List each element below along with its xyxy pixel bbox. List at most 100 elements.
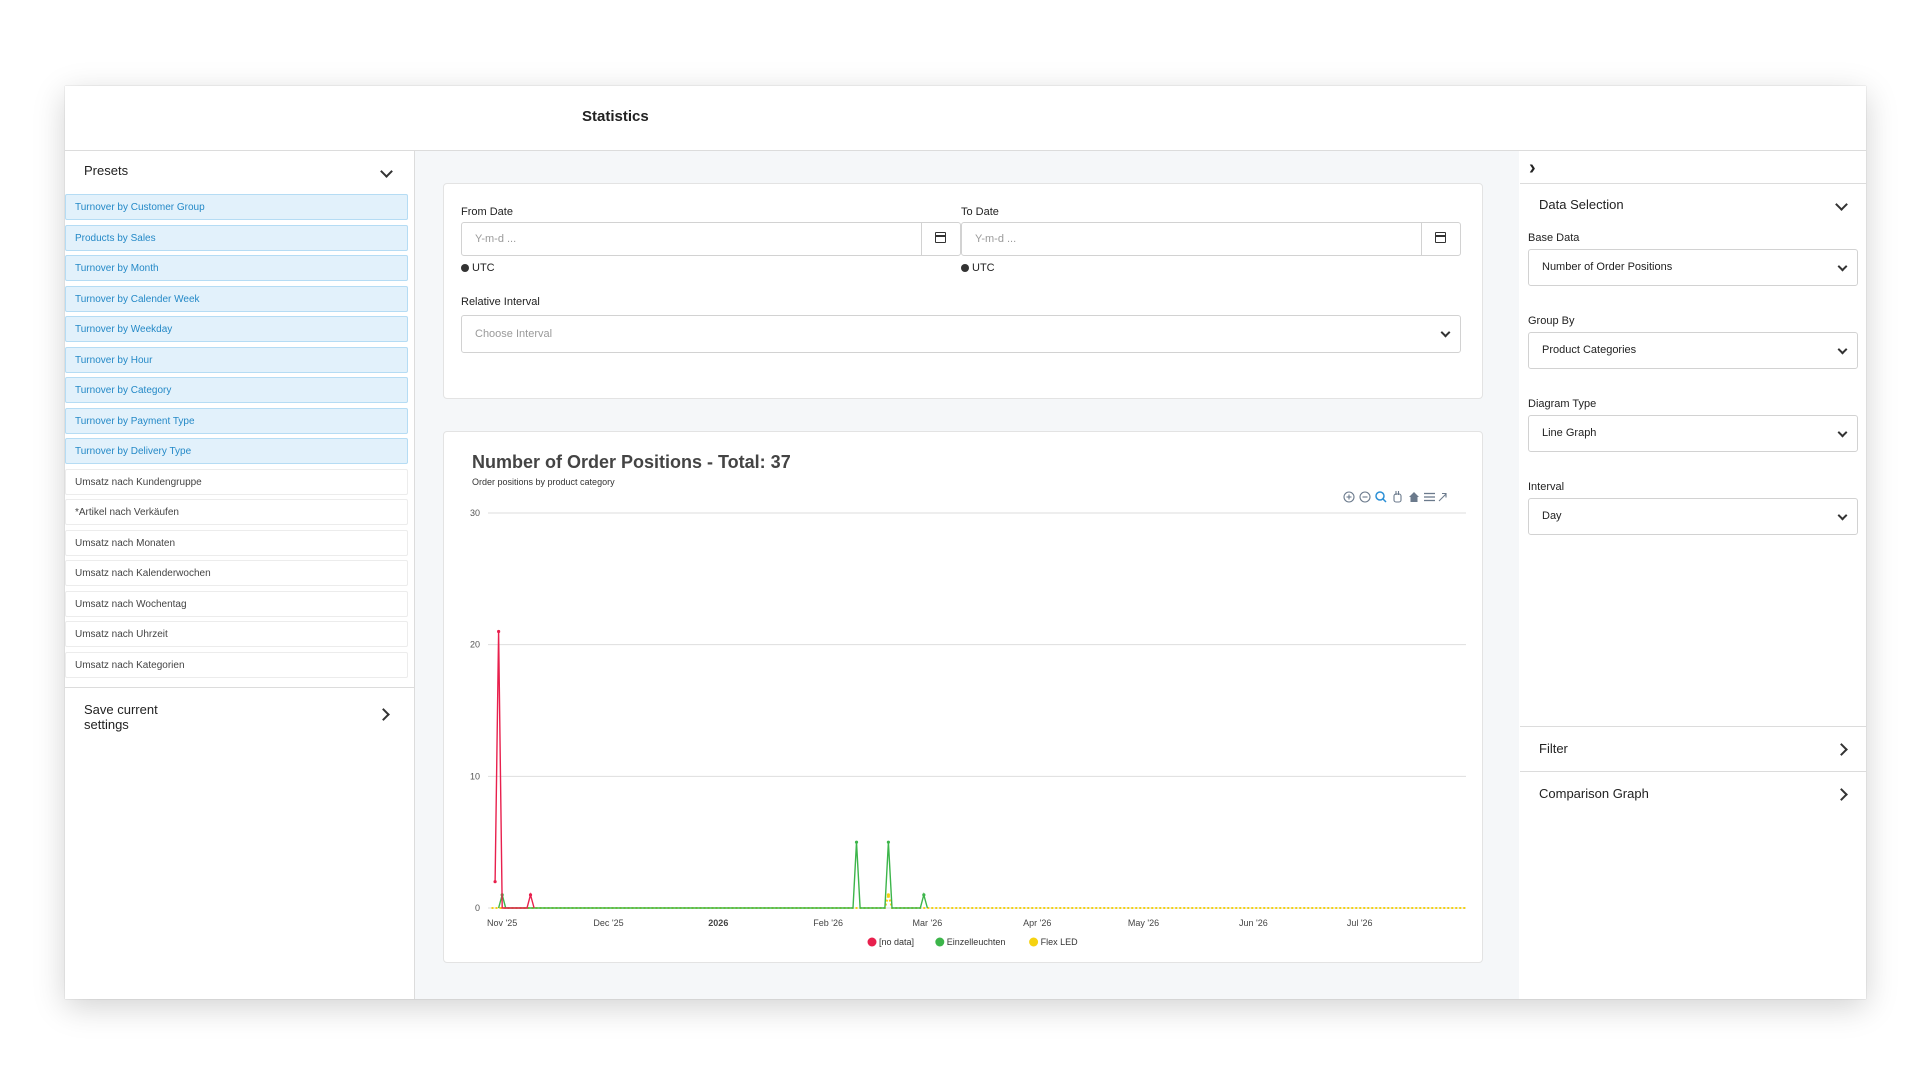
preset-item[interactable]: Turnover by Month — [65, 255, 408, 281]
preset-item[interactable]: Turnover by Category — [65, 377, 408, 403]
preset-item[interactable]: Umsatz nach Kundengruppe — [65, 468, 408, 495]
chevron-right-icon — [1835, 788, 1848, 801]
relative-interval-label: Relative Interval — [461, 296, 540, 308]
filter-title: Filter — [1539, 741, 1568, 756]
presets-header[interactable]: Presets — [65, 151, 414, 193]
to-date-calendar-button[interactable] — [1421, 223, 1460, 255]
divider — [1520, 726, 1866, 727]
top-bar: Statistics — [65, 86, 1866, 151]
divider — [1520, 183, 1866, 184]
preset-item[interactable]: Umsatz nach Kalenderwochen — [65, 560, 408, 586]
group-by-select[interactable]: Product Categories — [1528, 332, 1858, 369]
calendar-icon — [1435, 232, 1446, 243]
series-line — [491, 890, 1466, 909]
from-date-label: From Date — [461, 206, 513, 218]
preset-item[interactable]: Turnover by Weekday — [65, 316, 408, 342]
to-timezone-label: UTC — [972, 262, 995, 274]
app-window: Statistics Presets Turnover by Customer … — [65, 86, 1866, 999]
y-tick-label: 0 — [475, 903, 480, 913]
preset-item[interactable]: Turnover by Delivery Type — [65, 438, 408, 464]
interval-value: Day — [1542, 510, 1562, 522]
preset-item[interactable]: Turnover by Calender Week — [65, 285, 408, 312]
to-date-label: To Date — [961, 206, 999, 218]
x-tick-label: Feb '26 — [813, 918, 843, 928]
preset-item[interactable]: Turnover by Customer Group — [65, 194, 408, 220]
relative-interval-select[interactable]: Choose Interval — [461, 315, 1461, 353]
from-date-placeholder: Y-m-d ... — [475, 233, 517, 245]
series-line — [494, 631, 535, 909]
chevron-down-icon — [1835, 198, 1848, 211]
data-point[interactable] — [922, 893, 926, 897]
chevron-down-icon — [1837, 427, 1848, 438]
chevron-right-icon — [377, 708, 390, 721]
diagram-type-label: Diagram Type — [1528, 398, 1597, 410]
base-data-select[interactable]: Number of Order Positions — [1528, 249, 1858, 286]
preset-item[interactable]: Products by Sales — [65, 224, 408, 251]
chevron-down-icon — [1837, 510, 1848, 521]
preset-item[interactable]: Umsatz nach Wochentag — [65, 590, 408, 617]
x-tick-label: Jul '26 — [1347, 918, 1373, 928]
page-title: Statistics — [582, 108, 649, 125]
comparison-graph-title: Comparison Graph — [1539, 786, 1649, 801]
legend-marker[interactable] — [935, 937, 945, 947]
preset-item[interactable]: Umsatz nach Kategorien — [65, 651, 408, 678]
preset-item[interactable]: Turnover by Hour — [65, 346, 408, 373]
line-chart: 0 10 20 30 Nov '25 Dec '25 2026 Feb '26 Mar '26 A… — [470, 508, 1466, 947]
base-data-value: Number of Order Positions — [1542, 261, 1673, 273]
diagram-type-select[interactable]: Line Graph — [1528, 415, 1858, 452]
to-date-input[interactable]: Y-m-d ... — [961, 222, 1461, 256]
from-date-calendar-button[interactable] — [921, 223, 960, 255]
data-point[interactable] — [886, 840, 891, 844]
chevron-down-icon — [380, 165, 393, 178]
base-data-label: Base Data — [1528, 232, 1580, 244]
data-point[interactable] — [886, 893, 891, 897]
to-timezone: UTC — [961, 262, 995, 274]
legend-marker[interactable] — [1029, 937, 1039, 947]
legend-label[interactable]: Flex LED — [1041, 937, 1079, 947]
group-by-value: Product Categories — [1542, 344, 1637, 356]
y-tick-label: 20 — [470, 640, 480, 650]
x-tick-label: Nov '25 — [487, 918, 517, 928]
x-tick-label: Dec '25 — [593, 918, 623, 928]
data-point[interactable] — [528, 893, 533, 897]
divider — [1520, 771, 1866, 772]
preset-item[interactable]: Turnover by Payment Type — [65, 407, 408, 434]
settings-panel: › Data Selection Base Data Number of Ord… — [1520, 151, 1866, 999]
interval-select[interactable]: Day — [1528, 498, 1858, 535]
chevron-right-icon — [1835, 743, 1848, 756]
save-settings-row[interactable]: Save current settings — [65, 688, 414, 748]
legend-marker[interactable] — [867, 937, 877, 947]
clock-icon — [461, 264, 469, 272]
x-tick-label: Apr '26 — [1023, 918, 1051, 928]
presets-title: Presets — [84, 163, 129, 178]
from-timezone-label: UTC — [472, 262, 495, 274]
date-filter-card: From Date Y-m-d ... UTC To Date Y-m-d ..… — [443, 183, 1483, 399]
collapse-panel-chevron-icon[interactable]: › — [1529, 158, 1536, 178]
x-tick-label: Jun '26 — [1239, 918, 1268, 928]
preset-item[interactable]: Umsatz nach Uhrzeit — [65, 621, 408, 647]
clock-icon — [961, 264, 969, 272]
preset-item[interactable]: Umsatz nach Monaten — [65, 529, 408, 556]
chevron-down-icon — [1440, 327, 1451, 338]
main-content: From Date Y-m-d ... UTC To Date Y-m-d ..… — [415, 151, 1519, 999]
x-tick-label: May '26 — [1128, 918, 1159, 928]
chevron-down-icon — [1837, 344, 1848, 355]
x-tick-label: 2026 — [708, 918, 728, 928]
preset-item[interactable]: *Artikel nach Verkäufen — [65, 499, 408, 525]
calendar-icon — [935, 232, 946, 243]
data-selection-title: Data Selection — [1539, 197, 1624, 212]
data-point[interactable] — [493, 880, 497, 884]
data-point[interactable] — [497, 629, 501, 634]
chevron-down-icon — [1837, 261, 1848, 272]
interval-label: Interval — [1528, 481, 1565, 493]
preset-list[interactable]: Turnover by Customer Group Products by Sa… — [65, 193, 410, 685]
chart-card: Number of Order Positions - Total: 37 Or… — [443, 431, 1483, 963]
y-tick-label: 10 — [470, 771, 480, 781]
legend-label[interactable]: [no data] — [879, 937, 914, 947]
legend-label[interactable]: Einzelleuchten — [947, 937, 1006, 947]
series-line — [497, 842, 929, 909]
group-by-label: Group By — [1528, 315, 1575, 327]
data-point[interactable] — [854, 840, 859, 844]
diagram-type-value: Line Graph — [1542, 427, 1597, 439]
from-date-input[interactable]: Y-m-d ... — [461, 222, 961, 256]
